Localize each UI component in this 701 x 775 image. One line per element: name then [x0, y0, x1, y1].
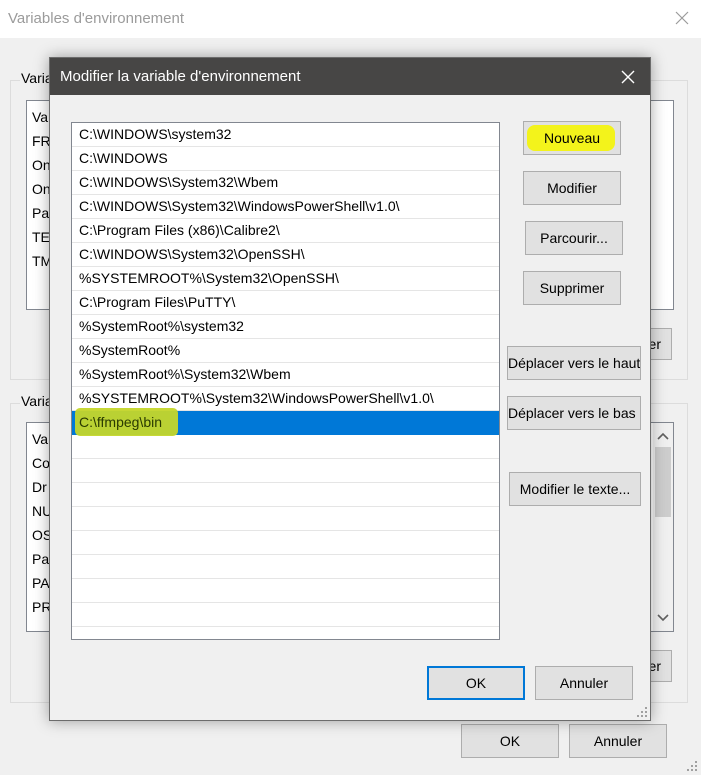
list-item[interactable]: PA — [32, 575, 50, 591]
list-item[interactable]: FR — [32, 133, 51, 149]
empty-row[interactable] — [72, 483, 499, 507]
path-list-item[interactable]: %SystemRoot% — [72, 339, 499, 363]
edit-text-button-label: Modifier le texte... — [519, 481, 631, 497]
path-text: %SYSTEMROOT%\System32\WindowsPowerShell\… — [79, 390, 434, 406]
ok-button-label: OK — [465, 675, 487, 691]
scroll-up-arrow-icon[interactable] — [653, 427, 673, 445]
scroll-down-arrow-icon[interactable] — [653, 609, 673, 627]
resize-grip-icon[interactable] — [636, 706, 648, 718]
back-window-titlebar: Variables d'environnement — [0, 0, 701, 38]
path-text: C:\WINDOWS\system32 — [79, 126, 232, 142]
back-window-title: Variables d'environnement — [8, 10, 185, 27]
cancel-button[interactable]: Annuler — [535, 666, 633, 700]
list-item[interactable]: TE — [32, 229, 50, 245]
scroll-thumb[interactable] — [655, 447, 671, 517]
path-text: %SYSTEMROOT%\System32\OpenSSH\ — [79, 270, 339, 286]
path-list-item[interactable]: %SystemRoot%\System32\Wbem — [72, 363, 499, 387]
path-text: C:\Program Files (x86)\Calibre2\ — [79, 222, 280, 238]
close-icon[interactable] — [618, 67, 638, 87]
close-icon[interactable] — [672, 8, 692, 28]
path-text: C:\WINDOWS — [79, 150, 168, 166]
path-list-item[interactable]: C:\Program Files (x86)\Calibre2\ — [72, 219, 499, 243]
path-list-item[interactable]: C:\WINDOWS\System32\Wbem — [72, 171, 499, 195]
back-cancel-button[interactable]: Annuler — [569, 724, 667, 758]
path-list-item[interactable]: C:\WINDOWS — [72, 147, 499, 171]
back-cancel-label: Annuler — [593, 733, 643, 749]
move-down-button-label: Déplacer vers le bas — [508, 405, 636, 421]
browse-button[interactable]: Parcourir... — [525, 221, 623, 255]
back-ok-button[interactable]: OK — [461, 724, 559, 758]
path-list-item-selected[interactable]: C:\ffmpeg\bin — [72, 408, 499, 436]
path-text: C:\Program Files\PuTTY\ — [79, 294, 236, 310]
dialog-title: Modifier la variable d'environnement — [60, 68, 301, 85]
system-list-scrollbar[interactable] — [653, 423, 673, 631]
edit-button-label: Modifier — [547, 180, 597, 196]
list-header: Va — [32, 431, 49, 447]
path-list-item[interactable]: C:\WINDOWS\System32\OpenSSH\ — [72, 243, 499, 267]
path-list-item[interactable]: C:\WINDOWS\system32 — [72, 123, 499, 147]
empty-row[interactable] — [72, 555, 499, 579]
list-item[interactable]: On — [32, 157, 51, 173]
new-button[interactable]: Nouveau — [523, 121, 621, 155]
empty-row[interactable] — [72, 435, 499, 459]
move-up-button[interactable]: Déplacer vers le haut — [507, 346, 641, 380]
path-text: C:\WINDOWS\System32\WindowsPowerShell\v1… — [79, 198, 400, 214]
edit-text-button[interactable]: Modifier le texte... — [509, 472, 641, 506]
new-button-label: Nouveau — [543, 130, 601, 146]
list-item[interactable]: Pa — [32, 551, 49, 567]
move-up-button-label: Déplacer vers le haut — [508, 355, 641, 371]
path-list-item[interactable]: %SYSTEMROOT%\System32\OpenSSH\ — [72, 267, 499, 291]
dialog-titlebar: Modifier la variable d'environnement — [50, 58, 650, 95]
path-text: C:\WINDOWS\System32\OpenSSH\ — [79, 246, 305, 262]
list-header: Va — [32, 109, 49, 125]
empty-row[interactable] — [72, 603, 499, 627]
resize-grip-icon[interactable] — [686, 760, 698, 772]
path-text: C:\ffmpeg\bin — [79, 414, 163, 430]
list-item[interactable]: On — [32, 181, 51, 197]
list-item[interactable]: Pa — [32, 205, 49, 221]
edit-environment-variable-dialog: Modifier la variable d'environnement C:\… — [49, 57, 651, 721]
path-text: %SystemRoot%\System32\Wbem — [79, 366, 291, 382]
empty-row[interactable] — [72, 459, 499, 483]
empty-row[interactable] — [72, 579, 499, 603]
empty-row[interactable] — [72, 531, 499, 555]
path-list-item[interactable]: C:\WINDOWS\System32\WindowsPowerShell\v1… — [72, 195, 499, 219]
back-ok-label: OK — [499, 733, 521, 749]
path-list-item[interactable]: C:\Program Files\PuTTY\ — [72, 291, 499, 315]
path-list-item[interactable]: %SystemRoot%\system32 — [72, 315, 499, 339]
empty-row[interactable] — [72, 507, 499, 531]
path-text: %SystemRoot%\system32 — [79, 318, 244, 334]
path-entries-list[interactable]: C:\WINDOWS\system32 C:\WINDOWS C:\WINDOW… — [71, 122, 500, 640]
edit-button[interactable]: Modifier — [523, 171, 621, 205]
path-text: C:\WINDOWS\System32\Wbem — [79, 174, 279, 190]
browse-button-label: Parcourir... — [540, 230, 608, 246]
move-down-button[interactable]: Déplacer vers le bas — [507, 396, 641, 430]
path-text: %SystemRoot% — [79, 342, 181, 358]
list-item[interactable]: Dr — [32, 479, 47, 495]
delete-button-label: Supprimer — [539, 280, 605, 296]
list-item[interactable]: Co — [32, 455, 50, 471]
ok-button[interactable]: OK — [427, 666, 525, 700]
cancel-button-label: Annuler — [559, 675, 609, 691]
delete-button[interactable]: Supprimer — [523, 271, 621, 305]
